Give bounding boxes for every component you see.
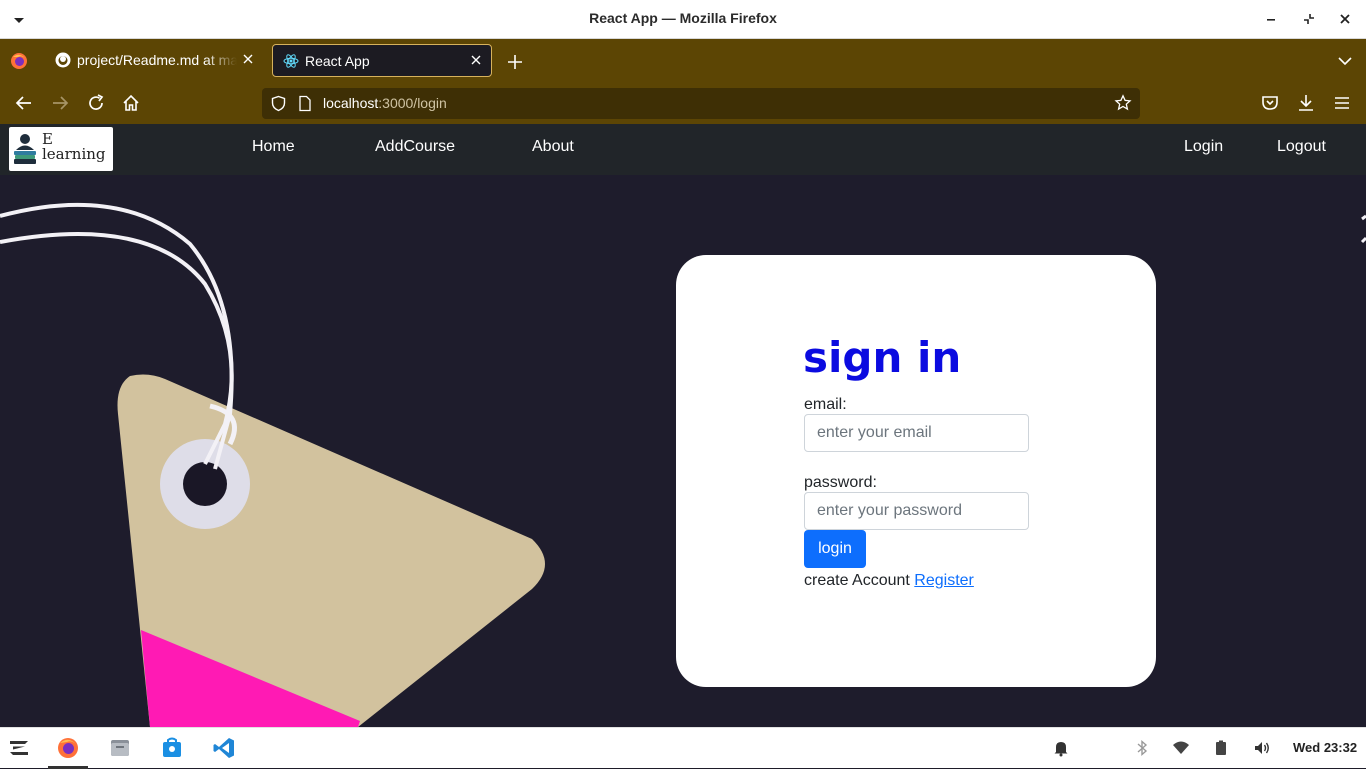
notifications-bell-icon[interactable] [1052,739,1070,757]
vscode-icon[interactable] [212,736,236,760]
firefox-icon[interactable] [56,736,80,760]
clock[interactable]: Wed 23:32 [1293,740,1357,755]
brand-logo[interactable]: E learning [9,127,113,171]
password-label: password: [804,474,877,491]
restore-icon[interactable] [1300,10,1318,28]
nav-addcourse[interactable]: AddCourse [375,138,455,156]
page-viewport: E learning Home AddCourse About Login Lo… [0,124,1366,727]
nav-home[interactable]: Home [252,138,295,156]
email-input[interactable] [804,414,1029,452]
tab-label: React App [305,53,370,69]
software-store-icon[interactable] [160,736,184,760]
brand-line-2: learning [42,145,106,163]
close-window-icon[interactable] [1336,10,1354,28]
close-tab-icon[interactable] [469,53,483,67]
password-input[interactable] [804,492,1029,530]
forward-icon[interactable] [49,92,71,114]
navigation-toolbar: localhost:3000/login [0,82,1366,124]
nav-about[interactable]: About [532,138,574,156]
react-icon [283,54,299,68]
register-link[interactable]: Register [914,572,974,589]
pocket-icon[interactable] [1259,92,1281,114]
new-tab-icon[interactable] [505,52,525,72]
tab-react-app[interactable]: React App [272,44,492,77]
tab-strip: project/Readme.md at master React App [0,39,1366,82]
minimize-icon[interactable] [1262,10,1280,28]
close-tab-icon[interactable] [241,52,255,66]
page-icon[interactable] [298,95,312,112]
window-title: React App — Mozilla Firefox [589,10,777,26]
address-bar[interactable]: localhost:3000/login [262,88,1140,119]
nav-login[interactable]: Login [1184,138,1223,156]
downloads-icon[interactable] [1295,92,1317,114]
app-navbar: E learning Home AddCourse About Login Lo… [0,124,1366,175]
zorin-menu-icon[interactable] [7,736,31,760]
home-icon[interactable] [120,92,142,114]
firefox-view-icon[interactable] [10,52,28,70]
url-path: :3000/login [378,95,447,111]
brand-name: E learning [42,132,106,162]
url-text[interactable]: localhost:3000/login [323,95,447,111]
login-heading: sign in [803,333,962,382]
battery-icon[interactable] [1212,739,1230,757]
back-icon[interactable] [13,92,35,114]
nav-logout[interactable]: Logout [1277,138,1326,156]
email-label: email: [804,396,847,413]
reload-icon[interactable] [85,92,107,114]
tab-label: project/Readme.md at master [77,52,237,68]
window-titlebar: React App — Mozilla Firefox [0,0,1366,39]
tab-readme[interactable]: project/Readme.md at master [45,44,263,77]
login-button[interactable]: login [804,530,866,568]
os-taskbar: Wed 23:32 [0,727,1366,769]
bookmark-star-icon[interactable] [1114,94,1132,112]
list-all-tabs-icon[interactable] [1336,54,1354,68]
volume-icon[interactable] [1253,739,1271,757]
login-card: sign in email: password: login create Ac… [676,255,1156,687]
create-account-text: create Account [804,572,910,589]
bluetooth-icon[interactable] [1133,739,1151,757]
github-icon [55,52,71,68]
shield-icon[interactable] [270,95,287,112]
create-account-line: create Account Register [804,572,974,590]
wifi-icon[interactable] [1172,739,1190,757]
hamburger-menu-icon[interactable] [1331,92,1353,114]
url-host: localhost [323,95,379,111]
files-icon[interactable] [108,736,132,760]
books-graduate-icon [14,134,36,164]
